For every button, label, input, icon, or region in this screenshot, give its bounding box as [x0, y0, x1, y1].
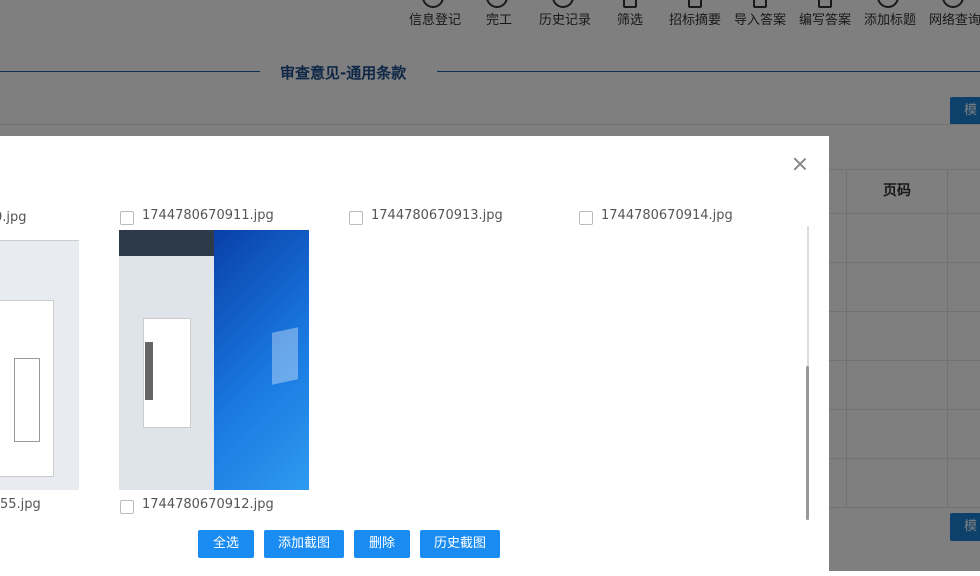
thumbnail-desktop	[214, 230, 309, 490]
thumbnail-header	[119, 230, 214, 256]
file-checkbox[interactable]	[579, 211, 593, 225]
file-name: 1744780670912.jpg	[142, 497, 274, 512]
select-all-button[interactable]: 全选	[198, 530, 254, 558]
file-checkbox[interactable]	[120, 211, 134, 225]
file-name: 55.jpg	[0, 497, 41, 512]
thumbnail-header	[0, 230, 79, 241]
file-name: 1744780670911.jpg	[142, 208, 274, 223]
history-screenshot-button[interactable]: 历史截图	[420, 530, 500, 558]
add-screenshot-button[interactable]: 添加截图	[264, 530, 344, 558]
windows-logo-icon	[272, 327, 298, 385]
file-name: 1744780670913.jpg	[371, 208, 503, 223]
screenshot-thumbnail[interactable]	[119, 230, 309, 490]
thumbnail-inner-modal	[14, 358, 40, 442]
scrollbar-thumb[interactable]	[806, 366, 809, 520]
file-name: 1744780670914.jpg	[601, 208, 733, 223]
screenshot-thumbnail[interactable]	[0, 230, 79, 490]
delete-button[interactable]: 删除	[354, 530, 410, 558]
file-checkbox[interactable]	[120, 500, 134, 514]
screenshot-dialog: 0.jpg 1744780670911.jpg 1744780670913.jp…	[0, 136, 829, 576]
thumbnail-bar	[145, 342, 153, 400]
close-icon[interactable]	[792, 156, 808, 172]
file-name: 0.jpg	[0, 210, 27, 225]
file-checkbox[interactable]	[349, 211, 363, 225]
thumbnail-app-area	[119, 230, 214, 490]
